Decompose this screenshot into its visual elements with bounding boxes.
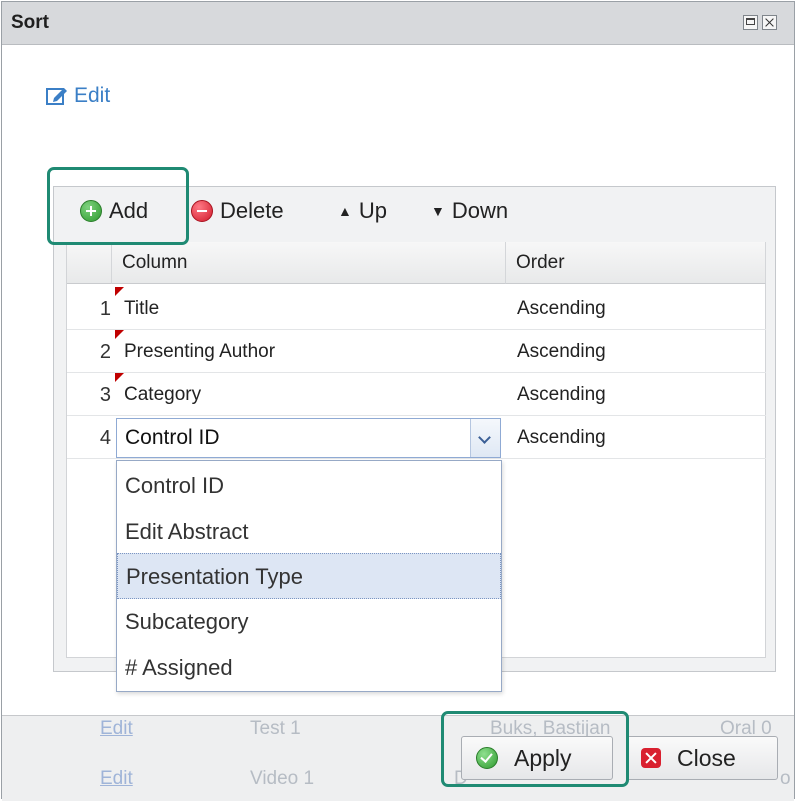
- dropdown-option[interactable]: # Assigned: [117, 645, 501, 691]
- down-button[interactable]: ▼ Down: [431, 198, 508, 224]
- edit-icon: [46, 88, 67, 105]
- dropdown-option[interactable]: Subcategory: [117, 599, 501, 645]
- down-label: Down: [451, 198, 509, 223]
- modified-marker: [115, 373, 124, 382]
- column-header-column[interactable]: Column: [112, 242, 506, 284]
- order-cell[interactable]: Ascending: [517, 427, 606, 449]
- apply-label: Apply: [514, 744, 572, 771]
- dialog-footer: Edit Test 1 Buks, Bastijan Oral 0 Edit V…: [2, 715, 794, 801]
- apply-button[interactable]: Apply: [461, 736, 613, 780]
- triangle-up-icon: ▲: [338, 203, 352, 219]
- dropdown-option-highlighted[interactable]: Presentation Type: [117, 553, 501, 599]
- row-number: 1: [99, 298, 111, 320]
- triangle-down-icon: ▼: [431, 203, 445, 219]
- column-cell[interactable]: Presenting Author: [124, 341, 275, 363]
- column-cell[interactable]: Category: [124, 384, 201, 406]
- background-type: o: [780, 768, 791, 789]
- add-label: Add: [109, 198, 149, 223]
- background-title: Test 1: [250, 718, 301, 739]
- close-window-icon[interactable]: [762, 15, 777, 30]
- column-header-order[interactable]: Order: [506, 242, 766, 284]
- background-title: Video 1: [250, 768, 315, 789]
- maximize-icon[interactable]: [743, 15, 758, 30]
- column-select[interactable]: Control ID: [116, 418, 501, 458]
- edit-link-label: Edit: [74, 84, 111, 107]
- order-cell[interactable]: Ascending: [517, 298, 606, 320]
- modified-marker: [115, 330, 124, 339]
- edit-link[interactable]: Edit: [46, 84, 110, 108]
- close-icon: [641, 748, 661, 768]
- add-button[interactable]: Add: [80, 198, 148, 224]
- dialog-title: Sort: [11, 12, 49, 33]
- check-icon: [476, 747, 498, 769]
- title-bar[interactable]: Sort: [2, 2, 794, 45]
- add-icon: [80, 200, 102, 222]
- delete-button[interactable]: Delete: [191, 198, 284, 224]
- up-label: Up: [358, 198, 387, 223]
- close-button[interactable]: Close: [626, 736, 778, 780]
- table-row[interactable]: 3 Category Ascending: [67, 373, 766, 416]
- column-cell[interactable]: Title: [124, 298, 159, 320]
- delete-icon: [191, 200, 213, 222]
- column-select-value: Control ID: [125, 426, 220, 449]
- row-number: 3: [99, 384, 111, 406]
- order-cell[interactable]: Ascending: [517, 341, 606, 363]
- dropdown-option[interactable]: Edit Abstract: [117, 509, 501, 555]
- modified-marker: [115, 287, 124, 296]
- order-cell[interactable]: Ascending: [517, 384, 606, 406]
- table-row[interactable]: 1 Title Ascending: [67, 287, 766, 330]
- table-row[interactable]: 2 Presenting Author Ascending: [67, 330, 766, 373]
- dropdown-option[interactable]: Control ID: [117, 463, 501, 509]
- row-number: 4: [99, 427, 111, 449]
- up-button[interactable]: ▲ Up: [338, 198, 387, 224]
- column-dropdown-list: Control ID Edit Abstract Presentation Ty…: [116, 460, 502, 692]
- chevron-down-icon[interactable]: [470, 419, 500, 457]
- background-edit-link: Edit: [100, 718, 133, 739]
- row-number: 2: [99, 341, 111, 363]
- close-label: Close: [677, 744, 736, 771]
- delete-label: Delete: [220, 198, 284, 223]
- background-edit-link: Edit: [100, 768, 133, 789]
- row-number-header: [67, 242, 112, 284]
